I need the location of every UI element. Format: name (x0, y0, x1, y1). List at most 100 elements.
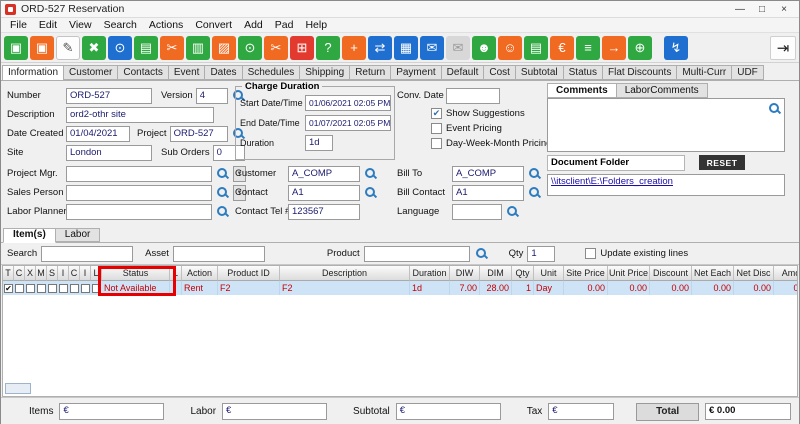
event-pricing-checkbox[interactable] (431, 123, 442, 134)
menu-item[interactable]: Convert (189, 19, 238, 31)
row-flag-cell[interactable] (69, 281, 80, 295)
notes-button[interactable]: ✉ (420, 36, 444, 60)
customer-field[interactable]: A_COMP (288, 166, 360, 182)
billing-button[interactable]: € (550, 36, 574, 60)
menu-item[interactable]: Actions (143, 19, 189, 31)
main-tab[interactable]: Flat Discounts (603, 65, 677, 80)
qty-input[interactable]: 1 (527, 246, 555, 262)
grid-column-header[interactable]: Net Each (692, 266, 734, 281)
number-field[interactable]: ORD-527 (66, 88, 152, 104)
update-existing-lines-checkbox[interactable] (585, 248, 596, 259)
site-field[interactable]: London (66, 145, 152, 161)
calculator-button[interactable]: ≡ (576, 36, 600, 60)
product-search-icon[interactable] (474, 246, 489, 261)
remove-items-button[interactable]: ✂ (264, 36, 288, 60)
grid-column-header[interactable]: Unit (534, 266, 564, 281)
menu-item[interactable]: View (63, 19, 98, 31)
labor-planner-field[interactable] (66, 204, 212, 220)
search-input[interactable] (41, 246, 133, 262)
language-field[interactable] (452, 204, 502, 220)
row-flag-cell[interactable] (25, 281, 36, 295)
contact-tel-field[interactable]: 123567 (288, 204, 360, 220)
grid-column-header[interactable]: Site Price (564, 266, 608, 281)
comments-search-icon[interactable] (767, 101, 782, 116)
menu-item[interactable]: Pad (269, 19, 300, 31)
grid-column-header[interactable]: DIW (450, 266, 480, 281)
customer-button[interactable]: ☺ (498, 36, 522, 60)
labor-planner-search-icon[interactable] (215, 204, 230, 219)
quick-post-button[interactable]: ↯ (664, 36, 688, 60)
grid-column-header[interactable]: Qty (512, 266, 534, 281)
grid-column-header[interactable]: Status (102, 266, 170, 281)
grid-column-header[interactable]: L (170, 266, 182, 281)
grid-column-header[interactable]: Description (280, 266, 410, 281)
reset-button[interactable]: RESET (699, 155, 745, 170)
main-tab[interactable]: Dates (205, 65, 242, 80)
main-tab[interactable]: Schedules (243, 65, 301, 80)
comments-textarea[interactable] (547, 98, 785, 152)
grid-flag-header[interactable]: C (14, 266, 25, 281)
main-tab[interactable]: Return (350, 65, 391, 80)
add-to-cart-button[interactable]: + (342, 36, 366, 60)
exit-button[interactable]: ⇥ (770, 36, 796, 60)
grid-flag-header[interactable]: L (91, 266, 102, 281)
main-tab[interactable]: Contacts (118, 65, 168, 80)
row-flag-cell[interactable]: ✔ (3, 281, 14, 295)
find-items-button[interactable]: ⊙ (238, 36, 262, 60)
modules-button[interactable]: ▦ (394, 36, 418, 60)
bill-to-search-icon[interactable] (527, 166, 542, 181)
convert-button[interactable]: ⇄ (368, 36, 392, 60)
row-flag-cell[interactable] (47, 281, 58, 295)
shipping-button[interactable]: → (602, 36, 626, 60)
grid-flag-header[interactable]: S (47, 266, 58, 281)
cut-button[interactable]: ✂ (160, 36, 184, 60)
grid-column-header[interactable]: Discount (650, 266, 692, 281)
menu-item[interactable]: Search (98, 19, 143, 31)
row-flag-cell[interactable] (80, 281, 91, 295)
notes-disabled-button[interactable]: ✉ (446, 36, 470, 60)
grid-column-header[interactable]: Unit Price (608, 266, 650, 281)
start-datetime-field[interactable]: 01/06/2021 02:05 PM (305, 95, 391, 111)
main-tab[interactable]: Subtotal (516, 65, 564, 80)
comments-tab[interactable]: Comments (547, 83, 617, 98)
grid-column-header[interactable]: Product ID (218, 266, 280, 281)
close-button[interactable]: × (773, 4, 795, 15)
maximize-button[interactable]: □ (751, 4, 773, 15)
grid-flag-header[interactable]: C (69, 266, 80, 281)
item-row[interactable]: ✔ Not AvailableRentF2F21d7.0028.001Day0.… (3, 281, 798, 295)
main-tab[interactable]: Payment (391, 65, 441, 80)
contact-search-icon[interactable] (363, 185, 378, 200)
row-flag-cell[interactable] (14, 281, 25, 295)
show-suggestions-checkbox[interactable]: ✔ (431, 108, 442, 119)
main-tab[interactable]: Status (564, 65, 603, 80)
paste-button[interactable]: ▨ (212, 36, 236, 60)
items-tab[interactable]: Item(s) (3, 228, 56, 243)
menu-item[interactable]: Help (299, 19, 333, 31)
menu-item[interactable]: Edit (33, 19, 63, 31)
total-button[interactable]: Total (636, 403, 699, 421)
save-button[interactable]: ▣ (4, 36, 28, 60)
ledger-button[interactable]: ▤ (524, 36, 548, 60)
sales-person-field[interactable] (66, 185, 212, 201)
row-flag-cell[interactable] (36, 281, 47, 295)
save-close-button[interactable]: ▣ (30, 36, 54, 60)
search-button[interactable]: ⊙ (108, 36, 132, 60)
version-field[interactable]: 4 (196, 88, 228, 104)
main-tab[interactable]: Default (442, 65, 485, 80)
copy-button[interactable]: ▥ (186, 36, 210, 60)
day-week-month-pricing-checkbox[interactable] (431, 138, 442, 149)
contact-field[interactable]: A1 (288, 185, 360, 201)
conv-date-field[interactable] (446, 88, 500, 104)
grid-column-header[interactable]: DIM (480, 266, 512, 281)
project-mgr-field[interactable] (66, 166, 212, 182)
help-search-button[interactable]: ? (316, 36, 340, 60)
view-document-button[interactable]: ▤ (134, 36, 158, 60)
end-datetime-field[interactable]: 01/07/2021 02:05 PM (305, 115, 391, 131)
network-button[interactable]: ⊕ (628, 36, 652, 60)
main-tab[interactable]: Cost (484, 65, 516, 80)
subtotal-field[interactable]: € (396, 403, 501, 420)
grid-column-header[interactable]: Net Disc (734, 266, 774, 281)
comments-tab[interactable]: LaborComments (617, 83, 708, 98)
main-tab[interactable]: Information (2, 65, 64, 81)
contacts-button[interactable]: ☻ (472, 36, 496, 60)
